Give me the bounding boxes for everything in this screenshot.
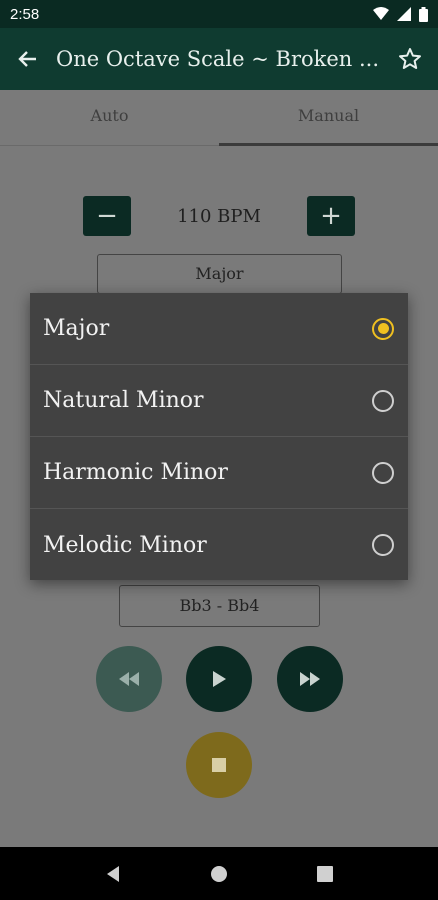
back-arrow-icon [18,51,36,67]
signal-icon [397,7,411,21]
option-label: Natural Minor [43,388,204,413]
favorite-button[interactable] [396,45,424,73]
page-title: One Octave Scale ~ Broken ... [56,47,379,71]
nav-back-icon[interactable] [105,865,121,883]
radio-unselected-icon[interactable] [372,389,394,412]
nav-recents-icon[interactable] [317,865,334,882]
tab-manual[interactable]: Manual [219,90,438,145]
status-icons [373,6,428,22]
battery-icon [419,6,428,22]
play-button[interactable] [186,646,252,712]
stop-button[interactable] [186,732,252,798]
tempo-control: − 110 BPM + [0,196,438,236]
tab-bar: Auto Manual [0,90,438,146]
option-major[interactable]: Major [30,293,408,365]
decrease-tempo-button[interactable]: − [83,196,131,236]
nav-home-icon[interactable] [210,865,228,883]
star-icon [399,48,421,69]
system-nav-bar [0,847,438,900]
tab-indicator [219,143,438,146]
increase-tempo-button[interactable]: + [307,196,355,236]
rewind-icon [119,672,139,686]
tempo-value: 110 BPM [177,205,261,227]
tab-auto[interactable]: Auto [0,90,219,145]
option-harmonic-minor[interactable]: Harmonic Minor [30,437,408,509]
scale-type-dialog: Major Natural Minor Harmonic Minor Melod… [30,293,408,580]
radio-selected-icon[interactable] [372,317,394,340]
fast-forward-button[interactable] [277,646,343,712]
option-label: Harmonic Minor [43,460,228,485]
option-label: Major [43,316,110,341]
radio-unselected-icon[interactable] [372,534,394,556]
scale-type-select[interactable]: Major [97,254,342,294]
option-natural-minor[interactable]: Natural Minor [30,365,408,437]
radio-unselected-icon[interactable] [372,461,394,484]
app-bar: One Octave Scale ~ Broken ... [0,28,438,90]
option-label: Melodic Minor [43,532,207,558]
range-select[interactable]: Bb3 - Bb4 [119,585,320,627]
wifi-icon [373,7,389,20]
back-button[interactable] [14,45,42,73]
fast-forward-icon [300,672,320,686]
play-icon [213,671,226,687]
status-time: 2:58 [10,5,40,23]
status-bar: 2:58 [0,0,438,28]
option-melodic-minor[interactable]: Melodic Minor [30,509,408,581]
rewind-button[interactable] [96,646,162,712]
stop-icon [212,758,226,772]
